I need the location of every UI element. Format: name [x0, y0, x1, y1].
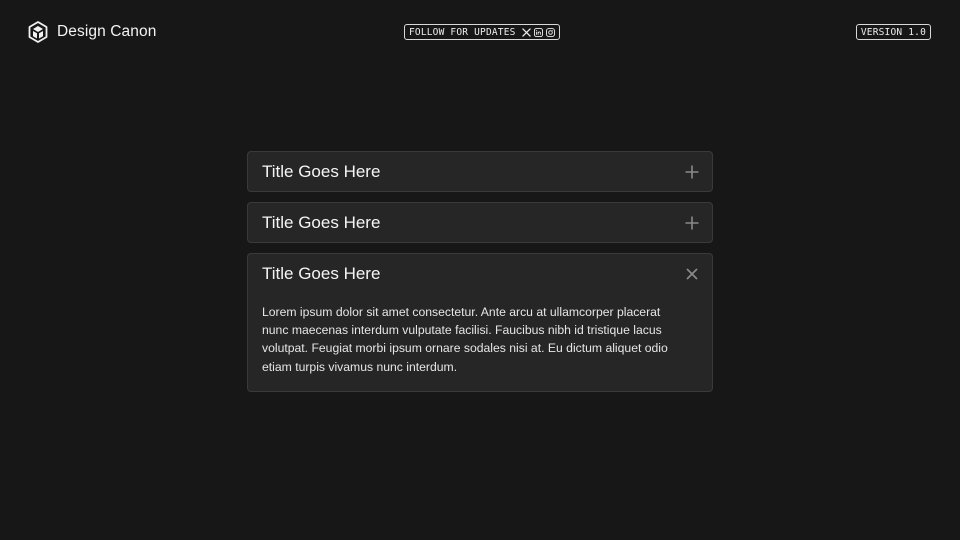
version-badge: VERSION 1.0 — [855, 24, 931, 40]
follow-badge: FOLLOW FOR UPDATES — [404, 24, 560, 40]
accordion-header[interactable]: Title Goes Here — [248, 152, 712, 191]
accordion-item-expanded: Title Goes Here Lorem ipsum dolor sit am… — [247, 253, 713, 392]
version-label: VERSION 1.0 — [860, 26, 926, 38]
page: Design Canon FOLLOW FOR UPDATES VERSION … — [0, 0, 960, 540]
social-links — [521, 27, 555, 37]
close-icon[interactable] — [684, 266, 700, 282]
follow-label: FOLLOW FOR UPDATES — [409, 26, 516, 38]
accordion: Title Goes Here Title Goes Here Title Go… — [247, 151, 713, 402]
plus-icon[interactable] — [684, 215, 700, 231]
accordion-title: Title Goes Here — [262, 212, 381, 232]
cube-logo-icon — [28, 21, 48, 43]
brand-name: Design Canon — [57, 23, 157, 40]
instagram-icon[interactable] — [545, 27, 555, 37]
accordion-item: Title Goes Here — [247, 202, 713, 243]
accordion-body: Lorem ipsum dolor sit amet consectetur. … — [262, 305, 668, 374]
accordion-item: Title Goes Here — [247, 151, 713, 192]
linkedin-icon[interactable] — [533, 27, 543, 37]
brand[interactable]: Design Canon — [28, 21, 156, 43]
plus-icon[interactable] — [684, 164, 700, 180]
accordion-title: Title Goes Here — [262, 161, 381, 181]
accordion-title: Title Goes Here — [262, 263, 381, 283]
accordion-header[interactable]: Title Goes Here — [248, 203, 712, 242]
accordion-header[interactable]: Title Goes Here — [248, 254, 712, 293]
x-icon[interactable] — [521, 27, 531, 37]
